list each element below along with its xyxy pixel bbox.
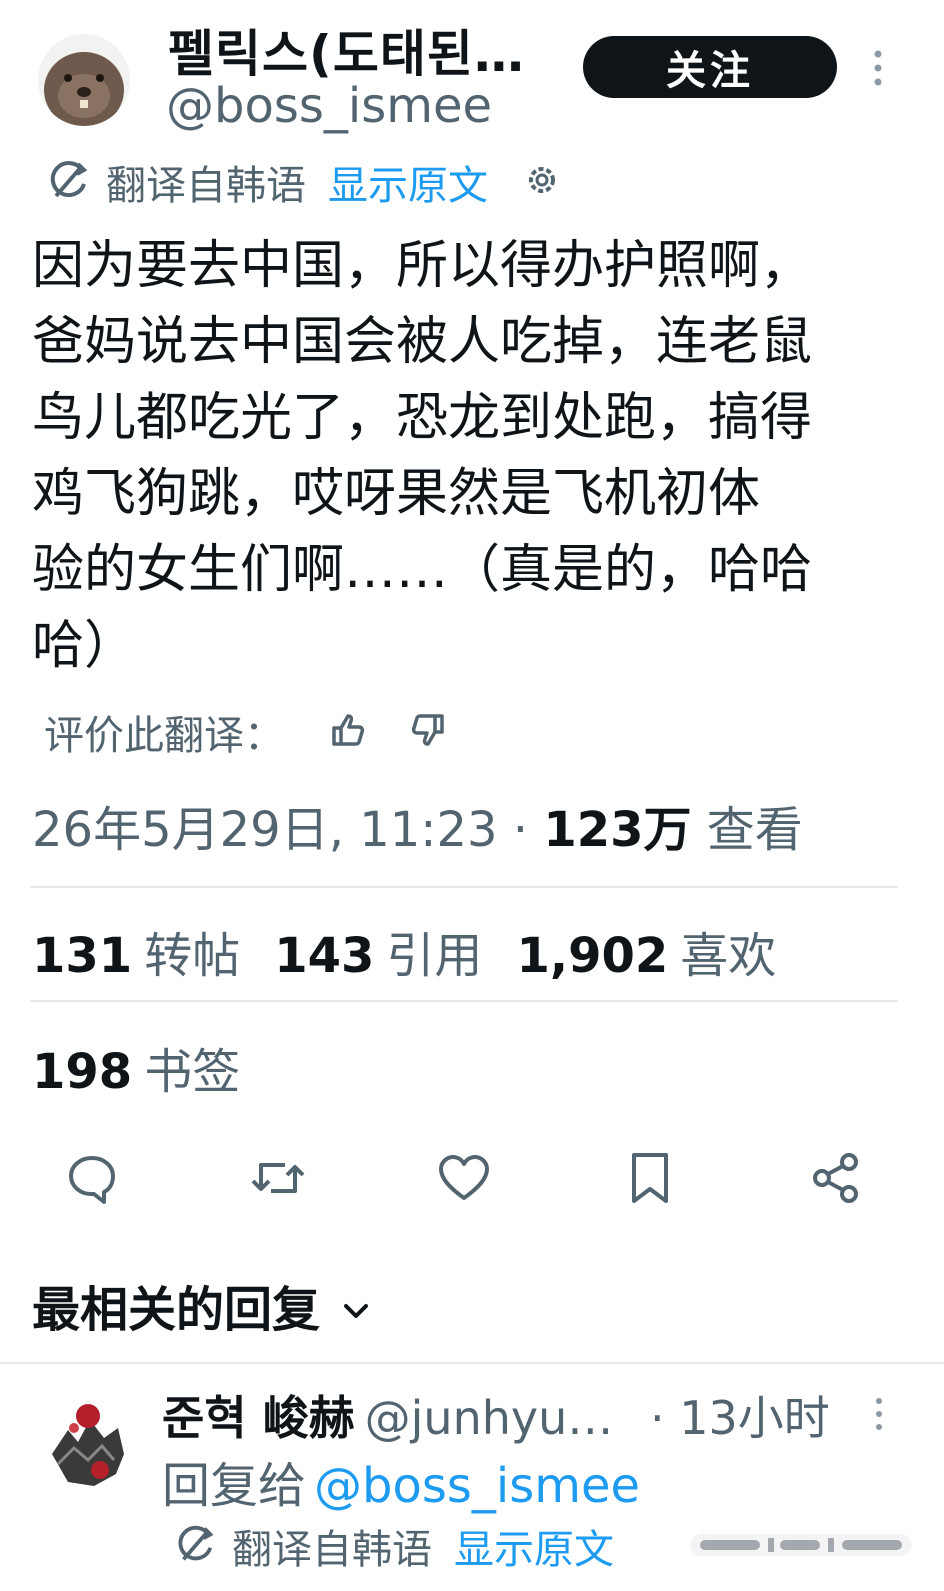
follow-button[interactable]: 关注 [583,36,837,98]
bookmark-icon [628,1151,672,1209]
engagement-stats: 131 转帖 143 引用 1,902 喜欢 [32,916,810,986]
bookmarks-stat[interactable]: 198 书签 [32,1032,240,1102]
rate-translation-row: 评价此翻译： [44,700,448,764]
watermark-icon [690,1528,912,1562]
translate-icon [44,156,92,208]
reply-author[interactable]: 준혁 峻赫 @junhyu… [162,1382,613,1448]
reply-icon [65,1151,119,1209]
retweet-button[interactable] [248,1150,308,1210]
reply-translated-from-label: 翻译自韩语 [232,1527,432,1573]
quotes-count: 143 [274,928,375,984]
author-display-name[interactable]: 펠릭스(도태된… [168,14,525,86]
reply-time[interactable]: · 13小时 [650,1382,830,1448]
show-original-link[interactable]: 显示原文 [328,153,488,211]
author-handle[interactable]: @boss_ismee [166,78,492,134]
thumbs-down-icon[interactable] [408,710,448,754]
views-label: 查看 [706,802,803,858]
timestamp[interactable]: 26年5月29日, 11:23 [32,802,498,858]
divider [0,1362,944,1364]
tweet-text-line: 验的女生们啊……（真是的，哈哈 [32,540,813,600]
divider [30,886,898,888]
meta-separator: · [497,802,544,858]
quotes-label: 引用 [386,928,483,984]
likes-count: 1,902 [516,928,669,984]
like-button[interactable] [434,1150,494,1210]
replies-sort-dropdown[interactable]: 最相关的回复 [32,1270,370,1340]
reply-show-original-link[interactable]: 显示原文 [454,1517,614,1575]
gear-icon[interactable] [524,162,560,202]
replies-header: 最相关的回复 [32,1282,321,1338]
bookmarks-count: 198 [32,1044,133,1100]
translated-from-label: 翻译自韩语 [106,163,306,209]
bookmark-button[interactable] [620,1150,680,1210]
reposts-stat[interactable]: 131 转帖 [32,916,240,986]
reply-to-mention[interactable]: @boss_ismee [314,1458,640,1514]
reply-display-name[interactable]: 준혁 峻赫 [162,1391,355,1445]
tweet-text-line: 鸡飞狗跳，哎呀果然是飞机初体 [32,464,761,524]
reposts-count: 131 [32,928,133,984]
thumbs-up-icon[interactable] [328,710,368,754]
reply-handle[interactable]: @junhyu… [365,1391,614,1445]
chevron-down-icon [342,1277,370,1333]
tweet-meta: 26年5月29日, 11:23 · 123万 查看 [32,790,803,860]
retweet-icon [249,1151,307,1209]
reply-translation-bar: 翻译自韩语 显示原文 [172,1516,614,1576]
views-count: 123万 [543,802,692,858]
heart-icon [437,1153,491,1207]
reposts-label: 转帖 [144,928,241,984]
reply-to-line: 回复给 @boss_ismee [162,1446,640,1516]
translation-bar: 翻译自韩语 显示原文 [44,152,560,212]
translate-icon [172,1521,218,1571]
likes-stat[interactable]: 1,902 喜欢 [516,916,776,986]
tweet-text-line: 哈） [32,616,137,676]
reply-to-label: 回复给 [162,1458,307,1514]
reply-more-options-icon[interactable] [872,1396,886,1432]
quotes-stat[interactable]: 143 引用 [274,916,482,986]
tweet-text-line: 鸟儿都吃光了，恐龙到处跑，搞得 [32,388,813,448]
tweet-text-line: 爸妈说去中国会被人吃掉，连老鼠 [32,312,813,372]
share-icon [809,1151,863,1209]
tweet-text-line: 因为要去中国，所以得办护照啊， [32,236,813,296]
reply-avatar[interactable] [44,1394,128,1494]
reply-button[interactable] [62,1150,122,1210]
bookmarks-label: 书签 [144,1044,241,1100]
share-button[interactable] [806,1150,866,1210]
likes-label: 喜欢 [680,928,777,984]
divider [30,1000,898,1002]
author-avatar[interactable] [38,34,130,126]
tweet-text: 因为要去中国，所以得办护照啊， 爸妈说去中国会被人吃掉，连老鼠 鸟儿都吃光了，恐… [32,228,912,684]
rate-translation-label: 评价此翻译： [44,713,284,759]
more-options-icon[interactable] [870,48,886,88]
